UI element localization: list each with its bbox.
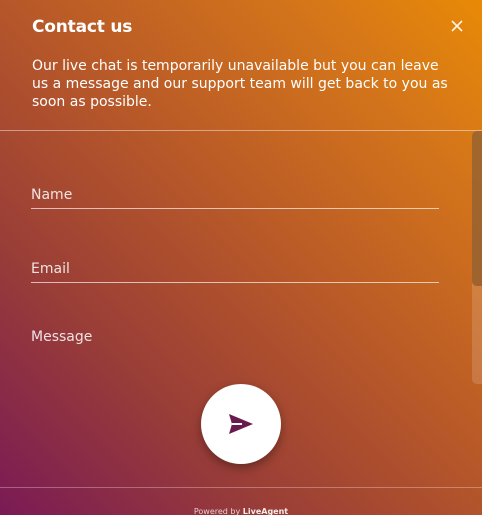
email-input[interactable] [31,239,439,282]
form-scrollbar[interactable] [472,131,482,384]
name-field [31,165,439,209]
header-subtitle: Our live chat is temporarily unavailable… [32,58,448,110]
name-input[interactable] [31,165,439,208]
powered-by-prefix: Powered by [193,507,241,515]
scrollbar-thumb[interactable] [472,131,482,286]
powered-by[interactable]: Powered by LiveAgent [0,507,482,515]
contact-header: Contact us Our live chat is temporarily … [0,0,482,131]
message-input[interactable] [31,313,439,373]
footer: Powered by LiveAgent [0,487,482,515]
message-field [31,313,439,373]
close-icon[interactable] [449,18,465,34]
brand-name: LiveAgent [242,507,289,515]
send-icon [229,414,253,434]
send-button[interactable] [201,384,281,464]
email-field [31,239,439,283]
header-title: Contact us [32,17,133,37]
